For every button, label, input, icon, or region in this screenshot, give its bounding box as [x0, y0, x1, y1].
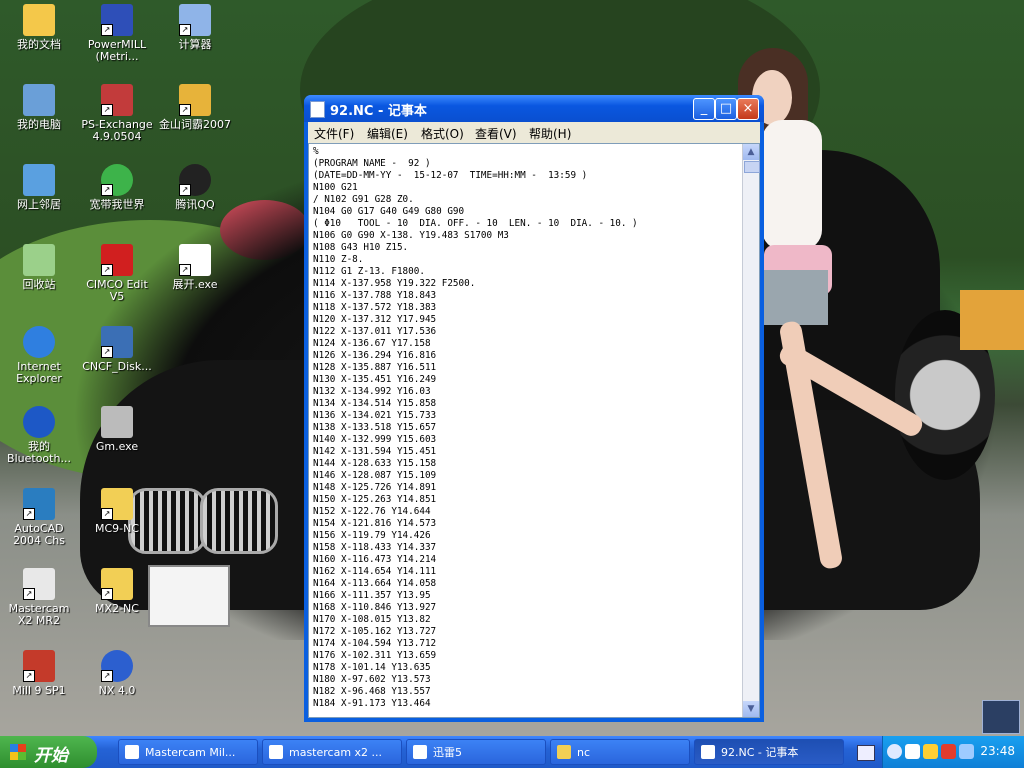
minimize-button[interactable]: _	[693, 98, 715, 120]
network-tray-icon[interactable]	[959, 744, 974, 759]
desktop-background: 我的文档 ↗ PowerMILL (Metri... ↗ 计算器 我的电脑 ↗ …	[0, 0, 1024, 736]
folder-icon: ↗	[101, 488, 133, 520]
internet-explorer-icon	[23, 326, 55, 358]
network-places-icon	[23, 164, 55, 196]
menu-format[interactable]: 格式(O)	[421, 125, 464, 142]
desktop-icon-broadband[interactable]: ↗ 宽带我世界	[78, 164, 156, 211]
cimco-edit-icon: ↗	[101, 244, 133, 276]
my-documents-icon	[23, 4, 55, 36]
desktop-icon-my-documents[interactable]: 我的文档	[0, 4, 78, 51]
text-editor[interactable]: % (PROGRAM NAME - 92 ) (DATE=DD-MM-YY - …	[308, 143, 760, 718]
autocad-icon: ↗	[23, 488, 55, 520]
taskbar: 开始 Mastercam Mil... mastercam x2 ... 迅雷5…	[0, 736, 1024, 768]
folder-icon	[557, 745, 571, 759]
menu-bar: 文件(F) 编辑(E) 格式(O) 查看(V) 帮助(H)	[308, 122, 760, 143]
mastercam-icon	[125, 745, 139, 759]
document-icon	[269, 745, 283, 759]
desktop-icon-kingsoft[interactable]: ↗ 金山词霸2007	[156, 84, 234, 131]
kingsoft-dictionary-icon: ↗	[179, 84, 211, 116]
notepad-icon	[310, 101, 325, 118]
desktop-icon-expand-exe[interactable]: ↗ 展开.exe	[156, 244, 234, 291]
gm-exe-icon	[101, 406, 133, 438]
vertical-scrollbar[interactable]: ▲ ▼	[742, 144, 760, 717]
desktop-icon-bluetooth[interactable]: 我的 Bluetooth...	[0, 406, 78, 465]
scroll-up-icon[interactable]: ▲	[743, 144, 759, 160]
my-computer-icon	[23, 84, 55, 116]
nc-program-text[interactable]: % (PROGRAM NAME - 92 ) (DATE=DD-MM-YY - …	[313, 146, 743, 716]
desktop-icon-mastercam[interactable]: ↗ Mastercam X2 MR2	[0, 568, 78, 627]
scroll-down-icon[interactable]: ▼	[743, 701, 759, 717]
security-shield-icon[interactable]	[941, 744, 956, 759]
broadband-icon: ↗	[101, 164, 133, 196]
qq-tray-icon[interactable]	[923, 744, 938, 759]
launcher-icon[interactable]	[982, 700, 1020, 734]
desktop-icon-my-computer[interactable]: 我的电脑	[0, 84, 78, 131]
notepad-icon	[701, 745, 715, 759]
windows-flag-icon	[10, 744, 26, 760]
ps-exchange-icon: ↗	[101, 84, 133, 116]
desktop-icon-qq[interactable]: ↗ 腾讯QQ	[156, 164, 234, 211]
desktop-icon-calculator[interactable]: ↗ 计算器	[156, 4, 234, 51]
desktop-icon-nx[interactable]: ↗ NX 4.0	[78, 650, 156, 697]
menu-help[interactable]: 帮助(H)	[529, 125, 571, 142]
maximize-button[interactable]: □	[715, 98, 737, 120]
desktop-icon-powermill[interactable]: ↗ PowerMILL (Metri...	[78, 4, 156, 63]
taskbar-item-notepad[interactable]: 92.NC - 记事本	[694, 739, 844, 765]
qq-icon: ↗	[179, 164, 211, 196]
scroll-thumb[interactable]	[744, 161, 760, 173]
car-grille-right	[200, 488, 278, 554]
recycle-bin-icon	[23, 244, 55, 276]
powermill-icon: ↗	[101, 4, 133, 36]
cncf-disk-icon: ↗	[101, 326, 133, 358]
clock[interactable]: 23:48	[980, 744, 1015, 758]
window-titlebar[interactable]: 92.NC - 记事本 _ □ ×	[304, 95, 764, 122]
menu-file[interactable]: 文件(F)	[314, 125, 354, 142]
taskbar-item-mastercam[interactable]: Mastercam Mil...	[118, 739, 258, 765]
desktop-icon-gm-exe[interactable]: Gm.exe	[78, 406, 156, 453]
thunder-icon	[413, 745, 427, 759]
desktop-icon-network[interactable]: 网上邻居	[0, 164, 78, 211]
desktop-icon-mc9-nc[interactable]: ↗ MC9-NC	[78, 488, 156, 535]
tray-expand-icon[interactable]	[887, 744, 902, 759]
start-button[interactable]: 开始	[0, 736, 97, 768]
menu-edit[interactable]: 编辑(E)	[367, 125, 408, 142]
desktop-icon-autocad[interactable]: ↗ AutoCAD 2004 Chs	[0, 488, 78, 547]
desktop-icon-mx2-nc[interactable]: ↗ MX2-NC	[78, 568, 156, 615]
bluetooth-icon	[23, 406, 55, 438]
folder-icon: ↗	[101, 568, 133, 600]
taskbar-item-mastercam-doc[interactable]: mastercam x2 ...	[262, 739, 402, 765]
desktop-icon-ps-exchange[interactable]: ↗ PS-Exchange 4.9.0504	[78, 84, 156, 143]
person-shorts	[764, 270, 828, 325]
desktop-icon-recycle-bin[interactable]: 回收站	[0, 244, 78, 291]
taskbar-item-thunder[interactable]: 迅雷5	[406, 739, 546, 765]
desktop-icon-mill9[interactable]: ↗ Mill 9 SP1	[0, 650, 78, 697]
calculator-icon: ↗	[179, 4, 211, 36]
tray-app-icon[interactable]	[905, 744, 920, 759]
person-shirt	[762, 120, 822, 250]
mill-icon: ↗	[23, 650, 55, 682]
taskbar-item-nc-folder[interactable]: nc	[550, 739, 690, 765]
notepad-window: 92.NC - 记事本 _ □ × 文件(F) 编辑(E) 格式(O) 查看(V…	[304, 95, 764, 722]
system-tray: 23:48	[882, 736, 1024, 768]
license-plate	[148, 565, 230, 627]
curb	[960, 290, 1024, 350]
menu-view[interactable]: 查看(V)	[475, 125, 517, 142]
executable-icon: ↗	[179, 244, 211, 276]
desktop-icon-cncf-disk[interactable]: ↗ CNCF_Disk...	[78, 326, 156, 373]
keyboard-icon[interactable]	[857, 745, 875, 761]
desktop-icon-internet-explorer[interactable]: Internet Explorer	[0, 326, 78, 385]
nx-icon: ↗	[101, 650, 133, 682]
desktop-icon-cimco[interactable]: ↗ CIMCO Edit V5	[78, 244, 156, 303]
close-button[interactable]: ×	[737, 98, 759, 120]
window-title: 92.NC - 记事本	[330, 104, 427, 119]
mastercam-icon: ↗	[23, 568, 55, 600]
